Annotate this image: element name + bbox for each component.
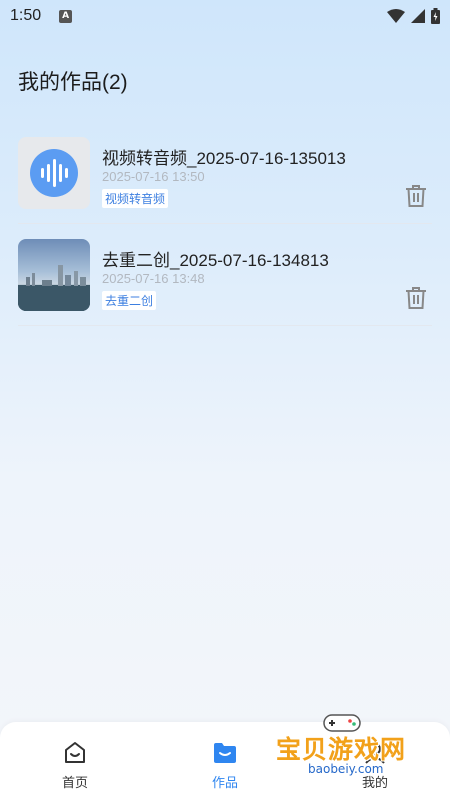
notification-a-icon: A <box>59 9 73 23</box>
city-photo-icon <box>18 265 90 311</box>
watermark: 宝贝游戏网 baobeiy.com <box>270 712 430 796</box>
work-thumbnail[interactable] <box>18 137 90 209</box>
work-date: 2025-07-16 13:50 <box>102 169 205 184</box>
watermark-url: baobeiy.com <box>308 762 384 776</box>
work-tag: 视频转音频 <box>102 189 169 208</box>
battery-icon <box>431 8 440 24</box>
home-icon <box>40 740 110 766</box>
folder-icon <box>190 740 260 766</box>
work-title: 去重二创_2025-07-16-134813 <box>102 251 329 270</box>
work-date: 2025-07-16 13:48 <box>102 271 205 286</box>
signal-icon <box>411 9 425 23</box>
status-icons <box>387 8 440 24</box>
watermark-title: 宝贝游戏网 <box>276 735 407 764</box>
nav-works-label: 作品 <box>211 776 238 791</box>
nav-home[interactable]: 首页 <box>40 740 110 791</box>
nav-home-label: 首页 <box>61 776 88 791</box>
nav-works[interactable]: 作品 <box>190 740 260 791</box>
audio-wave-icon <box>30 149 78 197</box>
wifi-icon <box>387 9 405 23</box>
work-tag: 去重二创 <box>102 291 157 310</box>
trash-icon <box>406 185 426 207</box>
page-title: 我的作品(2) <box>18 71 128 94</box>
status-bar: 1:50 A <box>0 0 450 32</box>
work-item[interactable]: 视频转音频_2025-07-16-135013 2025-07-16 13:50… <box>18 124 432 224</box>
trash-icon <box>406 287 426 309</box>
delete-button[interactable] <box>402 182 430 210</box>
work-item[interactable]: 去重二创_2025-07-16-134813 2025-07-16 13:48 … <box>18 226 432 326</box>
delete-button[interactable] <box>402 284 430 312</box>
status-time: 1:50 <box>10 7 42 24</box>
work-thumbnail[interactable] <box>18 239 90 311</box>
work-title: 视频转音频_2025-07-16-135013 <box>102 149 346 168</box>
